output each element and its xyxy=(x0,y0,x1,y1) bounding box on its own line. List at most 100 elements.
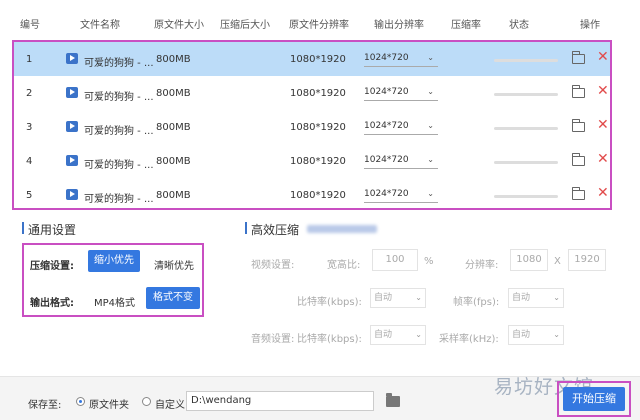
row-size: 800MB xyxy=(156,156,191,167)
fps-select[interactable]: 自动 ⌄ xyxy=(508,288,564,308)
resolution-x-label: X xyxy=(554,256,561,267)
header-orig-res: 原文件分辨率 xyxy=(289,20,349,31)
row-orig-res: 1080*1920 xyxy=(290,156,346,167)
output-resolution-select[interactable]: 1024*720 ⌄ xyxy=(364,189,438,203)
sample-rate-select[interactable]: 自动 ⌄ xyxy=(508,325,564,345)
play-icon[interactable] xyxy=(66,189,78,200)
chevron-down-icon: ⌄ xyxy=(553,330,560,339)
row-size: 800MB xyxy=(156,88,191,99)
row-index: 1 xyxy=(26,54,33,65)
resolution-label: 分辨率: xyxy=(465,260,499,271)
section-marker xyxy=(22,222,24,234)
resolution-width-input[interactable]: 1080 xyxy=(510,249,548,271)
folder-icon[interactable] xyxy=(572,51,585,64)
folder-icon[interactable] xyxy=(572,85,585,98)
table-row[interactable]: 2 可爱的狗狗 - ... 800MB 1080*1920 1024*720 ⌄ … xyxy=(14,76,610,110)
audio-bitrate-select[interactable]: 自动 ⌄ xyxy=(370,325,426,345)
header-orig-size: 原文件大小 xyxy=(154,20,204,31)
radio-original-folder[interactable] xyxy=(76,397,85,406)
status-progress-bar xyxy=(494,161,558,164)
aspect-ratio-label: 宽高比: xyxy=(327,260,361,271)
output-resolution-select[interactable]: 1024*720 ⌄ xyxy=(364,87,438,101)
format-mp4-button[interactable]: MP4格式 xyxy=(94,294,135,309)
compress-small-button[interactable]: 缩小优先 xyxy=(88,250,140,272)
header-comp-size: 压缩后大小 xyxy=(220,20,270,31)
blurred-text xyxy=(307,225,377,233)
sample-rate-label: 采样率(kHz): xyxy=(439,334,499,345)
compress-setting-label: 压缩设置: xyxy=(30,261,74,272)
row-index: 4 xyxy=(26,156,33,167)
bitrate-select[interactable]: 自动 ⌄ xyxy=(370,288,426,308)
option-custom-label: 自定义 xyxy=(155,400,185,411)
chevron-down-icon: ⌄ xyxy=(553,293,560,302)
chevron-down-icon: ⌄ xyxy=(415,330,422,339)
chevron-down-icon: ⌄ xyxy=(427,121,434,130)
output-format-label: 输出格式: xyxy=(30,298,74,309)
folder-icon[interactable] xyxy=(386,393,400,407)
output-resolution-select[interactable]: 1024*720 ⌄ xyxy=(364,53,438,67)
video-settings-label: 视频设置: xyxy=(251,260,295,271)
save-to-label: 保存至: xyxy=(28,400,62,411)
format-unchanged-button[interactable]: 格式不变 xyxy=(146,287,200,309)
table-row[interactable]: 4 可爱的狗狗 - ... 800MB 1080*1920 1024*720 ⌄ … xyxy=(14,144,610,178)
chevron-down-icon: ⌄ xyxy=(415,293,422,302)
header-file-name: 文件名称 xyxy=(80,20,120,31)
table-row[interactable]: 3 可爱的狗狗 - ... 800MB 1080*1920 1024*720 ⌄ … xyxy=(14,110,610,144)
resolution-height-input[interactable]: 1920 xyxy=(568,249,606,271)
row-file-name: 可爱的狗狗 - ... xyxy=(84,126,154,137)
row-index: 5 xyxy=(26,190,33,201)
output-resolution-select[interactable]: 1024*720 ⌄ xyxy=(364,121,438,135)
table-header: 编号 文件名称 原文件大小 压缩后大小 原文件分辨率 输出分辨率 压缩率 状态 … xyxy=(0,0,640,40)
folder-icon[interactable] xyxy=(572,153,585,166)
row-size: 800MB xyxy=(156,122,191,133)
header-out-res: 输出分辨率 xyxy=(374,20,424,31)
chevron-down-icon: ⌄ xyxy=(427,155,434,164)
row-index: 3 xyxy=(26,122,33,133)
row-index: 2 xyxy=(26,88,33,99)
header-ratio: 压缩率 xyxy=(451,20,481,31)
table-row[interactable]: 5 可爱的狗狗 - ... 800MB 1080*1920 1024*720 ⌄ … xyxy=(14,178,610,212)
row-orig-res: 1080*1920 xyxy=(290,190,346,201)
save-path-input[interactable]: D:\wendang xyxy=(186,391,374,411)
row-orig-res: 1080*1920 xyxy=(290,122,346,133)
row-file-name: 可爱的狗狗 - ... xyxy=(84,92,154,103)
start-compress-button[interactable]: 开始压缩 xyxy=(563,387,625,411)
row-file-name: 可爱的狗狗 - ... xyxy=(84,160,154,171)
play-icon[interactable] xyxy=(66,53,78,64)
file-list: 1 可爱的狗狗 - ... 800MB 1080*1920 1024*720 ⌄ … xyxy=(12,40,612,210)
general-settings-title: 通用设置 xyxy=(28,223,77,237)
audio-settings-label: 音频设置: xyxy=(251,334,295,345)
close-icon[interactable]: ✕ xyxy=(597,152,609,166)
header-status: 状态 xyxy=(509,20,529,31)
status-progress-bar xyxy=(494,195,558,198)
general-settings-box: 压缩设置: 缩小优先 清晰优先 输出格式: MP4格式 格式不变 xyxy=(22,243,204,317)
table-row[interactable]: 1 可爱的狗狗 - ... 800MB 1080*1920 1024*720 ⌄ … xyxy=(14,42,610,76)
row-file-name: 可爱的狗狗 - ... xyxy=(84,194,154,205)
play-icon[interactable] xyxy=(66,121,78,132)
close-icon[interactable]: ✕ xyxy=(597,84,609,98)
header-index: 编号 xyxy=(20,20,40,31)
status-progress-bar xyxy=(494,93,558,96)
play-icon[interactable] xyxy=(66,155,78,166)
bitrate-label: 比特率(kbps): xyxy=(297,297,362,308)
percent-label: % xyxy=(424,256,434,267)
compress-clear-button[interactable]: 清晰优先 xyxy=(154,257,194,272)
close-icon[interactable]: ✕ xyxy=(597,50,609,64)
audio-bitrate-label: 比特率(kbps): xyxy=(297,334,362,345)
aspect-ratio-input[interactable]: 100 xyxy=(372,249,418,271)
close-icon[interactable]: ✕ xyxy=(597,118,609,132)
status-progress-bar xyxy=(494,59,558,62)
efficient-compress-title: 高效压缩 xyxy=(251,223,300,237)
close-icon[interactable]: ✕ xyxy=(597,186,609,200)
row-orig-res: 1080*1920 xyxy=(290,54,346,65)
chevron-down-icon: ⌄ xyxy=(427,87,434,96)
folder-icon[interactable] xyxy=(572,119,585,132)
output-resolution-select[interactable]: 1024*720 ⌄ xyxy=(364,155,438,169)
fps-label: 帧率(fps): xyxy=(453,297,500,308)
radio-custom[interactable] xyxy=(142,397,151,406)
folder-icon[interactable] xyxy=(572,187,585,200)
start-button-highlight: 开始压缩 xyxy=(557,381,631,417)
play-icon[interactable] xyxy=(66,87,78,98)
row-size: 800MB xyxy=(156,190,191,201)
row-file-name: 可爱的狗狗 - ... xyxy=(84,58,154,69)
